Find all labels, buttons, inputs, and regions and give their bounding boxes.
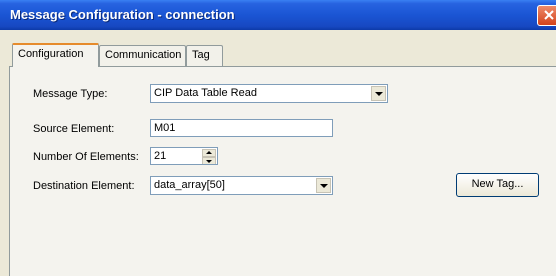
tab-communication[interactable]: Communication <box>99 45 186 66</box>
arrow-up-icon <box>206 151 212 154</box>
new-tag-button-label: New Tag... <box>471 178 524 190</box>
tab-communication-label: Communication <box>105 49 182 61</box>
source-element-input[interactable]: M01 <box>150 119 333 137</box>
tab-tag[interactable]: Tag <box>186 45 223 66</box>
destination-element-value: data_array[50] <box>154 179 225 191</box>
tab-configuration-label: Configuration <box>18 48 84 60</box>
destination-element-dropdown-button[interactable] <box>316 178 331 193</box>
tab-tag-label: Tag <box>192 49 210 61</box>
close-button[interactable] <box>537 5 556 26</box>
new-tag-button[interactable]: New Tag... <box>456 173 539 197</box>
title-bar[interactable]: Message Configuration - connection <box>0 0 556 30</box>
number-of-elements-label: Number Of Elements: <box>33 151 139 163</box>
source-element-value: M01 <box>154 122 176 134</box>
chevron-down-icon <box>320 184 328 188</box>
close-icon <box>544 10 554 20</box>
message-type-label: Message Type: <box>33 88 108 100</box>
chevron-down-icon <box>375 92 383 96</box>
tab-configuration[interactable]: Configuration <box>12 43 99 67</box>
arrow-down-icon <box>206 160 212 163</box>
message-type-dropdown-button[interactable] <box>371 86 386 101</box>
number-of-elements-value: 21 <box>154 150 167 162</box>
stepper-down-button[interactable] <box>202 157 216 164</box>
destination-element-label: Destination Element: <box>33 180 135 192</box>
stepper-up-button[interactable] <box>202 149 216 157</box>
message-type-value: CIP Data Table Read <box>154 87 257 99</box>
number-of-elements-stepper[interactable]: 21 <box>150 147 218 165</box>
source-element-label: Source Element: <box>33 123 115 135</box>
destination-element-select[interactable]: data_array[50] <box>150 176 333 195</box>
message-type-select[interactable]: CIP Data Table Read <box>150 84 388 103</box>
window-title: Message Configuration - connection <box>10 7 235 22</box>
